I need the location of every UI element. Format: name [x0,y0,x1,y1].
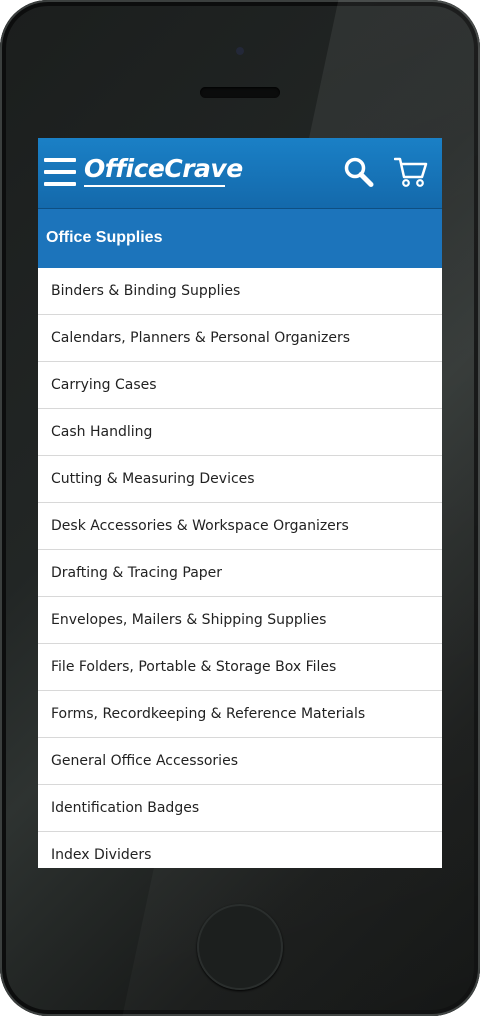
list-item[interactable]: Drafting & Tracing Paper [38,550,442,597]
list-item[interactable]: Carrying Cases [38,362,442,409]
menu-icon[interactable] [44,158,76,188]
list-item[interactable]: Binders & Binding Supplies [38,268,442,315]
list-item[interactable]: Cash Handling [38,409,442,456]
list-item[interactable]: Envelopes, Mailers & Shipping Supplies [38,597,442,644]
list-item[interactable]: File Folders, Portable & Storage Box Fil… [38,644,442,691]
list-item[interactable]: General Office Accessories [38,738,442,785]
category-header: Office Supplies [38,209,442,268]
app-header: OfficeCrave [38,138,442,209]
app-screen: OfficeCrave Office Supplies Binders & Bi [38,138,442,868]
category-list: Binders & Binding Supplies Calendars, Pl… [38,268,442,868]
list-item[interactable]: Calendars, Planners & Personal Organizer… [38,315,442,362]
home-button[interactable] [197,904,283,990]
cart-icon[interactable] [393,156,428,188]
speaker-grille [200,87,280,98]
list-item[interactable]: Cutting & Measuring Devices [38,456,442,503]
list-item[interactable]: Forms, Recordkeeping & Reference Materia… [38,691,442,738]
category-title: Office Supplies [46,229,163,246]
camera-icon [236,47,244,55]
logo[interactable]: OfficeCrave [84,154,243,184]
logo-underline [84,185,225,187]
phone-frame: OfficeCrave Office Supplies Binders & Bi [0,0,480,1016]
list-item[interactable]: Identification Badges [38,785,442,832]
list-item[interactable]: Index Dividers [38,832,442,868]
search-icon[interactable] [344,156,374,188]
list-item[interactable]: Desk Accessories & Workspace Organizers [38,503,442,550]
